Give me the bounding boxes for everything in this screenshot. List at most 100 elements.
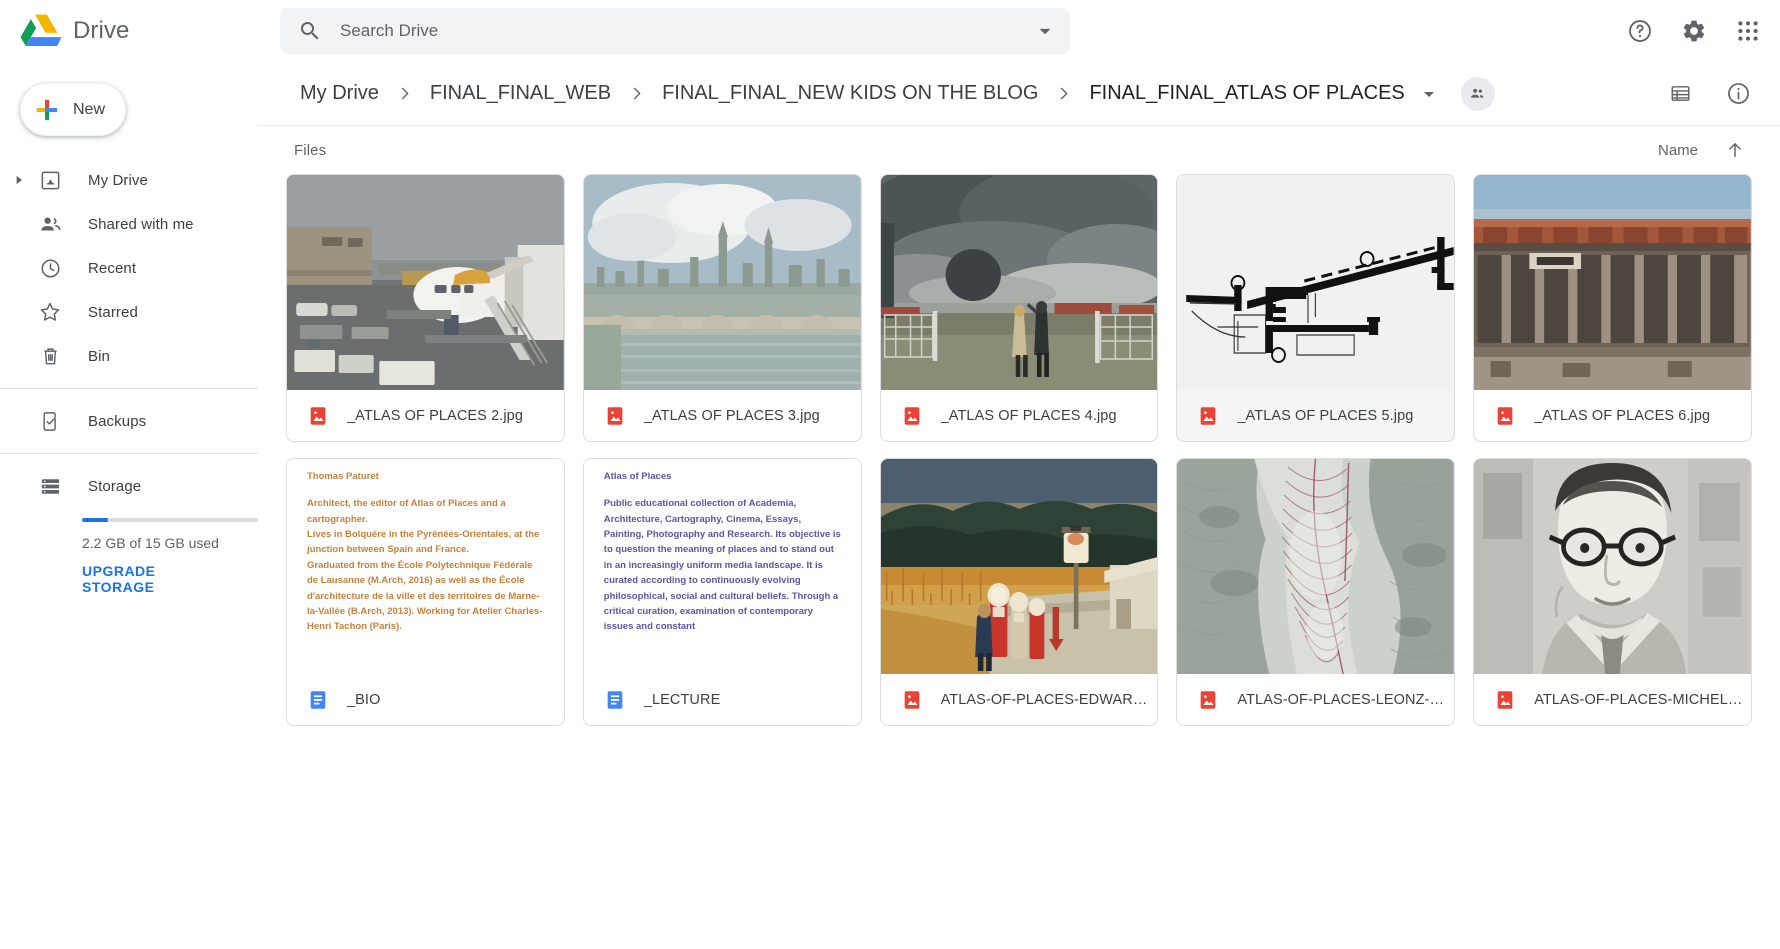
sidebar-item-starred[interactable]: Starred	[0, 290, 244, 334]
file-card[interactable]: Atlas of Places Public educational collec…	[582, 458, 862, 726]
sort-control[interactable]: Name	[1652, 135, 1752, 165]
file-card[interactable]: _ATLAS OF PLACES 5.jpg	[1176, 174, 1456, 442]
list-view-icon	[1669, 82, 1692, 105]
shared-with-me-icon	[36, 210, 64, 238]
google-doc-icon	[604, 689, 626, 711]
sort-field-label: Name	[1657, 141, 1698, 159]
new-button[interactable]: New	[20, 83, 126, 136]
storage-usage-text: 2.2 GB of 15 GB used	[82, 535, 219, 551]
files-section-label: Files	[294, 141, 327, 159]
expand-triangle-icon[interactable]	[2, 173, 36, 187]
sidebar-item-storage[interactable]: Storage	[0, 464, 244, 508]
doc-preview-body: Public educational collection of Academi…	[604, 496, 843, 634]
file-name: _ATLAS OF PLACES 2.jpg	[347, 407, 524, 424]
file-card-footer: ATLAS-OF-PLACES-LEONZ-…	[1177, 674, 1454, 725]
arrow-up-icon[interactable]	[1724, 139, 1746, 161]
sidebar-divider-2	[0, 453, 258, 454]
breadcrumb-actions	[1656, 70, 1762, 118]
search-input[interactable]	[340, 21, 1032, 41]
backup-phone-icon	[36, 407, 64, 435]
sidebar-item-my-drive[interactable]: My Drive	[0, 158, 244, 202]
sidebar-item-recent[interactable]: Recent	[0, 246, 244, 290]
chevron-right-icon	[1054, 84, 1073, 103]
image-file-icon	[1494, 405, 1516, 427]
storage-icon	[36, 472, 64, 500]
storage-details: 2.2 GB of 15 GB used UPGRADE STORAGE	[0, 518, 258, 597]
file-card[interactable]: ATLAS-OF-PLACES-EDWAR…	[879, 458, 1159, 726]
file-card[interactable]: _ATLAS OF PLACES 4.jpg	[879, 174, 1159, 442]
file-card-footer: _BIO	[287, 674, 564, 725]
breadcrumb-bar: My Drive FINAL_FINAL_WEB FINAL_FINAL_NEW…	[258, 62, 1780, 126]
file-thumbnail	[1177, 175, 1455, 390]
search-bar[interactable]	[280, 8, 1070, 54]
chevron-down-icon[interactable]	[1032, 18, 1058, 44]
brand[interactable]: Drive	[0, 11, 258, 51]
sidebar-item-label: Bin	[88, 347, 110, 365]
hopper-gas-station-painting	[880, 459, 1158, 674]
caret-down-icon[interactable]	[1417, 82, 1441, 106]
file-card[interactable]: ATLAS-OF-PLACES-MICHEL…	[1473, 458, 1752, 726]
chevron-right-icon	[395, 84, 414, 103]
file-card-footer: _ATLAS OF PLACES 4.jpg	[881, 390, 1158, 441]
file-card[interactable]: Thomas Paturet Architect, the editor of A…	[286, 458, 565, 726]
files-grid: _ATLAS OF PLACES 2.jpg _ATLAS OF PLACES 3…	[286, 174, 1752, 726]
apps-grid-icon	[1735, 18, 1761, 44]
sort-bar: Files Name	[258, 126, 1780, 174]
apps-button[interactable]	[1724, 7, 1772, 55]
document-preview: Atlas of Places Public educational collec…	[583, 459, 861, 635]
portrait-man-glasses-bw-photo	[1474, 459, 1751, 674]
sidebar-item-label: Shared with me	[88, 215, 194, 233]
details-button[interactable]	[1714, 70, 1762, 118]
file-card[interactable]: _ATLAS OF PLACES 2.jpg	[286, 174, 565, 442]
sidebar-item-label: Storage	[88, 477, 142, 495]
breadcrumb-item-2[interactable]: FINAL_FINAL_NEW KIDS ON THE BLOG	[656, 78, 1044, 109]
architectural-plan-drawing	[1177, 175, 1455, 390]
sidebar-item-shared-with-me[interactable]: Shared with me	[0, 202, 244, 246]
help-button[interactable]	[1616, 7, 1664, 55]
file-thumbnail	[880, 459, 1158, 674]
storage-progress-bar	[82, 518, 258, 522]
storage-progress-fill	[82, 518, 109, 522]
upgrade-storage-link[interactable]: UPGRADE STORAGE	[82, 563, 232, 595]
file-thumbnail	[1177, 459, 1455, 674]
breadcrumb-item-3[interactable]: FINAL_FINAL_ATLAS OF PLACES	[1083, 78, 1410, 109]
my-drive-icon	[36, 166, 64, 194]
search-icon	[298, 19, 322, 43]
shared-folder-avatar[interactable]	[1460, 76, 1495, 111]
doc-preview-paragraph: Architect, the editor of Atlas of Places…	[307, 498, 506, 525]
image-file-icon	[604, 405, 626, 427]
file-card[interactable]: _ATLAS OF PLACES 3.jpg	[582, 174, 862, 442]
topographic-relief-map	[1177, 459, 1455, 674]
doc-preview-paragraph: Graduated from the École Polytechnique F…	[307, 559, 543, 633]
file-thumbnail	[880, 175, 1158, 390]
file-thumbnail	[583, 175, 861, 390]
sidebar-item-bin[interactable]: Bin	[0, 334, 244, 378]
file-thumbnail: Atlas of Places Public educational collec…	[583, 459, 861, 674]
files-grid-scroll[interactable]: _ATLAS OF PLACES 2.jpg _ATLAS OF PLACES 3…	[258, 174, 1780, 949]
trash-icon	[36, 342, 64, 370]
file-card[interactable]: ATLAS-OF-PLACES-LEONZ-…	[1176, 458, 1456, 726]
file-card[interactable]: _ATLAS OF PLACES 6.jpg	[1473, 174, 1752, 442]
file-thumbnail	[287, 175, 564, 390]
file-card-footer: _ATLAS OF PLACES 5.jpg	[1177, 390, 1454, 441]
city-river-bridge-painting	[583, 175, 861, 390]
file-card-footer: _ATLAS OF PLACES 6.jpg	[1474, 390, 1751, 441]
file-name: ATLAS-OF-PLACES-EDWAR…	[940, 691, 1148, 708]
sidebar-item-backups[interactable]: Backups	[0, 399, 244, 443]
file-thumbnail	[1474, 175, 1751, 390]
file-name: _ATLAS OF PLACES 5.jpg	[1237, 407, 1414, 424]
image-file-icon	[901, 405, 923, 427]
doc-preview-title: Atlas of Places	[603, 471, 672, 482]
settings-button[interactable]	[1670, 7, 1718, 55]
breadcrumb-item-0[interactable]: My Drive	[294, 78, 385, 109]
sidebar-item-label: Starred	[88, 303, 138, 321]
list-view-button[interactable]	[1656, 70, 1704, 118]
breadcrumb-item-1[interactable]: FINAL_FINAL_WEB	[424, 78, 617, 109]
file-card-footer: _ATLAS OF PLACES 3.jpg	[584, 390, 861, 441]
image-file-icon	[901, 689, 923, 711]
main-content: My Drive FINAL_FINAL_WEB FINAL_FINAL_NEW…	[258, 62, 1780, 949]
document-preview: Thomas Paturet Architect, the editor of A…	[287, 459, 564, 635]
google-doc-icon	[307, 689, 329, 711]
file-name: _ATLAS OF PLACES 4.jpg	[940, 407, 1117, 424]
image-file-icon	[1197, 405, 1219, 427]
